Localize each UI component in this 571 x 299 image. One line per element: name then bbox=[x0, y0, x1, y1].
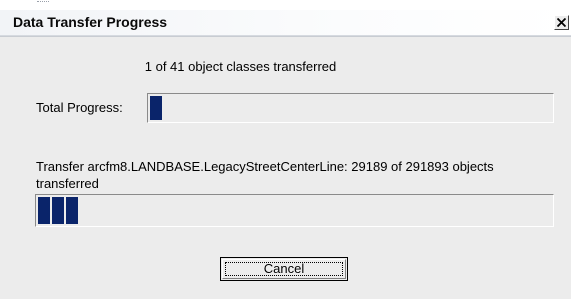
close-icon bbox=[557, 18, 566, 27]
close-button[interactable] bbox=[554, 15, 569, 30]
cancel-button[interactable]: Cancel bbox=[220, 257, 348, 281]
object-progress-fill bbox=[38, 197, 79, 224]
total-progress-bar bbox=[147, 93, 554, 123]
object-progress-segment bbox=[38, 197, 50, 224]
object-progress-segment bbox=[66, 197, 78, 224]
dialog-body: 1 of 41 object classes transferred Total… bbox=[0, 36, 571, 299]
background-window-mark bbox=[37, 1, 49, 6]
transfer-status-text: Transfer arcfm8.LANDBASE.LegacyStreetCen… bbox=[36, 159, 494, 188]
cancel-button-label: Cancel bbox=[263, 261, 305, 276]
object-progress-segment bbox=[52, 197, 64, 224]
total-progress-fill bbox=[150, 96, 163, 120]
total-progress-label: Total Progress: bbox=[36, 100, 123, 115]
title-bar[interactable]: Data Transfer Progress bbox=[0, 10, 571, 36]
object-progress-bar bbox=[35, 194, 554, 227]
total-progress-segment bbox=[150, 96, 162, 120]
overall-status-text: 1 of 41 object classes transferred bbox=[144, 59, 337, 74]
background-window-edge bbox=[0, 0, 571, 10]
window-title: Data Transfer Progress bbox=[13, 14, 168, 30]
data-transfer-progress-dialog: Data Transfer Progress 1 of 41 object cl… bbox=[0, 10, 571, 299]
